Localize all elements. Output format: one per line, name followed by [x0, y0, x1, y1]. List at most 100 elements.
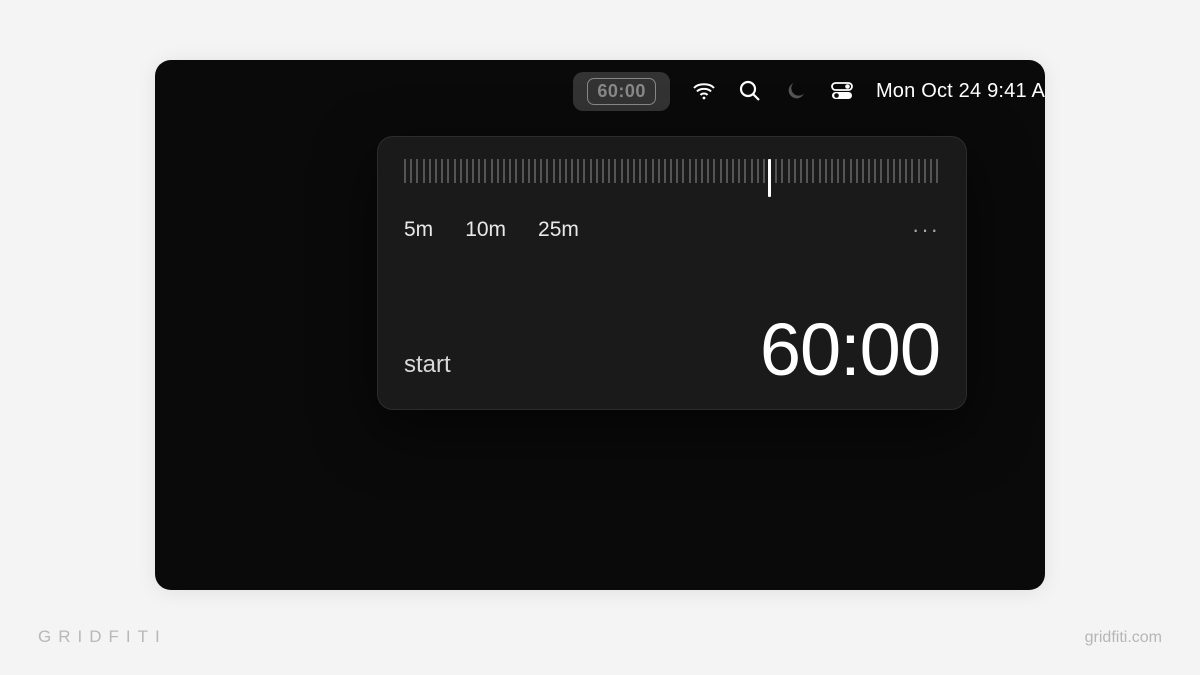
- ruler-tick: [781, 159, 783, 183]
- ruler-tick: [911, 159, 913, 183]
- ruler-tick: [484, 159, 486, 183]
- ruler-tick: [936, 159, 938, 183]
- ruler-tick: [639, 159, 641, 183]
- moon-icon[interactable]: [784, 79, 808, 103]
- ruler-tick: [744, 159, 746, 183]
- desktop-frame: 60:00: [155, 60, 1045, 590]
- ruler-tick: [862, 159, 864, 183]
- ruler-tick: [682, 159, 684, 183]
- ruler-tick: [491, 159, 493, 183]
- preset-10m[interactable]: 10m: [465, 218, 506, 242]
- ruler-tick: [404, 159, 406, 183]
- ruler-tick: [546, 159, 548, 183]
- ruler-tick: [676, 159, 678, 183]
- ruler-tick: [583, 159, 585, 183]
- ruler-tick: [429, 159, 431, 183]
- ruler-tick: [559, 159, 561, 183]
- ruler-tick: [423, 159, 425, 183]
- ruler-tick: [633, 159, 635, 183]
- ruler-tick: [800, 159, 802, 183]
- ruler-tick: [534, 159, 536, 183]
- ruler-tick: [905, 159, 907, 183]
- ruler-tick: [837, 159, 839, 183]
- ruler-tick: [893, 159, 895, 183]
- ruler-tick: [596, 159, 598, 183]
- ruler-tick: [410, 159, 412, 183]
- ruler-tick: [695, 159, 697, 183]
- wifi-icon[interactable]: [692, 79, 716, 103]
- ruler-tick: [751, 159, 753, 183]
- ruler-tick: [924, 159, 926, 183]
- ruler-tick: [880, 159, 882, 183]
- ruler-tick: [416, 159, 418, 183]
- ruler-tick: [843, 159, 845, 183]
- watermark-url: gridfiti.com: [1085, 629, 1162, 647]
- ruler-tick: [565, 159, 567, 183]
- menubar-timer-badge[interactable]: 60:00: [573, 72, 670, 111]
- ruler-tick: [645, 159, 647, 183]
- ruler-tick: [528, 159, 530, 183]
- ruler-tick: [819, 159, 821, 183]
- ruler-tick: [918, 159, 920, 183]
- ruler-tick: [478, 159, 480, 183]
- ruler-tick: [509, 159, 511, 183]
- ruler-tick: [435, 159, 437, 183]
- ruler-tick: [614, 159, 616, 183]
- ruler-tick: [540, 159, 542, 183]
- ruler-tick: [713, 159, 715, 183]
- start-button[interactable]: start: [404, 351, 451, 387]
- menubar: 60:00: [155, 60, 1045, 122]
- duration-ruler[interactable]: [404, 159, 940, 199]
- ruler-tick: [732, 159, 734, 183]
- ruler-tick: [689, 159, 691, 183]
- ruler-tick: [652, 159, 654, 183]
- ruler-tick: [887, 159, 889, 183]
- ruler-tick: [930, 159, 932, 183]
- ruler-tick: [670, 159, 672, 183]
- ruler-tick: [466, 159, 468, 183]
- ruler-tick: [658, 159, 660, 183]
- ruler-tick: [472, 159, 474, 183]
- ruler-tick: [571, 159, 573, 183]
- control-center-icon[interactable]: [830, 79, 854, 103]
- ruler-tick: [850, 159, 852, 183]
- ruler-tick: [522, 159, 524, 183]
- ruler-tick: [726, 159, 728, 183]
- search-icon[interactable]: [738, 79, 762, 103]
- ruler-tick: [441, 159, 443, 183]
- ruler-tick: [577, 159, 579, 183]
- ruler-tick: [874, 159, 876, 183]
- more-button[interactable]: ···: [912, 217, 940, 243]
- ruler-tick: [701, 159, 703, 183]
- ruler-tick: [831, 159, 833, 183]
- ruler-tick: [515, 159, 517, 183]
- ruler-tick: [775, 159, 777, 183]
- ruler-tick: [627, 159, 629, 183]
- timer-popover: 5m 10m 25m ··· start 60:00: [377, 136, 967, 410]
- menubar-timer-value: 60:00: [587, 78, 656, 105]
- ruler-tick: [460, 159, 462, 183]
- ruler-tick: [794, 159, 796, 183]
- ruler-tick: [856, 159, 858, 183]
- ruler-tick: [707, 159, 709, 183]
- menubar-clock[interactable]: Mon Oct 24 9:41 A: [876, 80, 1045, 103]
- watermark-brand: GRIDFITI: [38, 627, 167, 647]
- ruler-tick: [503, 159, 505, 183]
- ruler-tick: [621, 159, 623, 183]
- ruler-tick: [664, 159, 666, 183]
- preset-25m[interactable]: 25m: [538, 218, 579, 242]
- ruler-tick: [825, 159, 827, 183]
- ruler-tick: [738, 159, 740, 183]
- ruler-tick: [763, 159, 765, 183]
- ruler-tick: [757, 159, 759, 183]
- preset-5m[interactable]: 5m: [404, 218, 433, 242]
- presets-row: 5m 10m 25m ···: [404, 217, 940, 243]
- time-display: 60:00: [760, 313, 940, 387]
- ruler-tick: [602, 159, 604, 183]
- ruler-tick: [788, 159, 790, 183]
- ruler-tick: [454, 159, 456, 183]
- ruler-tick: [497, 159, 499, 183]
- popover-bottom-row: start 60:00: [404, 313, 940, 387]
- ruler-tick: [806, 159, 808, 183]
- ruler-tick: [812, 159, 814, 183]
